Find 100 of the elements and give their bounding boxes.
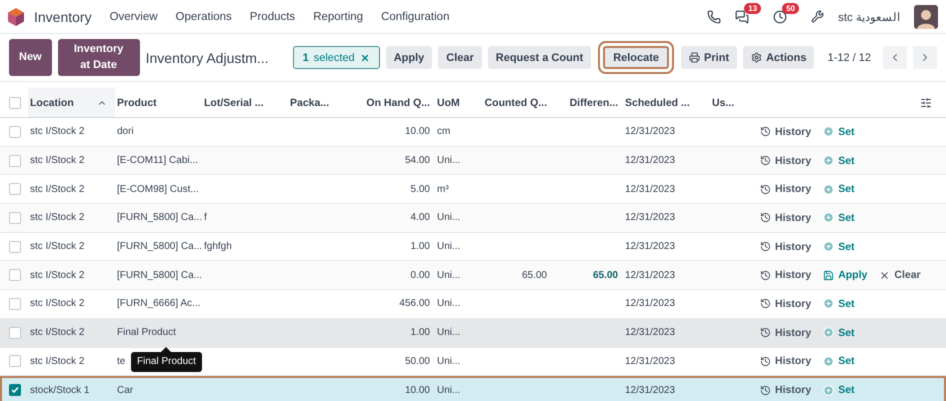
history-link[interactable]: History <box>760 126 812 138</box>
table-row[interactable]: stc I/Stock 2 [FURN_5800] Ca... 0.00 Uni... 65.00 65.00 12/31/2023 History Apply Clear <box>0 261 946 290</box>
history-link[interactable]: History <box>760 269 812 282</box>
selection-chip[interactable]: 1 selected <box>292 46 380 69</box>
set-link[interactable]: Set <box>823 154 855 167</box>
row-checkbox[interactable] <box>9 269 21 282</box>
table-row[interactable]: stc I/Stock 2 [E-COM11] Cabi... 54.00 Uni... 12/31/2023 History Set <box>0 146 946 176</box>
plus-circle-icon <box>823 212 834 224</box>
menu-item[interactable]: Products <box>250 10 296 22</box>
pager-value[interactable]: 1-12 / 12 <box>828 52 871 64</box>
table-cell: Final Product <box>117 327 176 338</box>
column-settings-icon[interactable] <box>920 96 932 108</box>
table-cell: 12/31/2023 <box>625 241 676 252</box>
company-name[interactable]: السعودية stc <box>838 10 900 24</box>
table-cell-text: stc I/Stock 2 <box>29 184 86 195</box>
primary-button[interactable]: Inventory at Date <box>58 39 140 76</box>
table-row[interactable]: stock/Stock 1 Car 10.00 Uni... 12/31/2023 History Set <box>0 376 946 401</box>
row-checkbox[interactable] <box>9 212 21 224</box>
history-link[interactable]: History <box>760 298 812 310</box>
table-cell: fghfgh <box>204 241 232 252</box>
history-link[interactable]: History <box>760 183 812 196</box>
primary-button[interactable]: New <box>9 39 52 76</box>
previous-button[interactable] <box>883 46 907 69</box>
action-button[interactable]: Apply <box>386 46 432 69</box>
row-checkbox[interactable] <box>9 326 21 339</box>
table-cell-text: stc I/Stock 2 <box>29 270 86 281</box>
table-cell: 50.00 <box>404 356 430 367</box>
table-cell: 4.00 <box>410 212 430 224</box>
set-link[interactable]: Set <box>823 384 855 396</box>
history-link[interactable]: History <box>760 326 812 339</box>
set-link[interactable]: Set <box>823 126 855 138</box>
row-checkbox[interactable] <box>9 126 21 138</box>
set-link[interactable]: Set <box>823 212 855 224</box>
table-cell: 12/31/2023 <box>625 384 676 396</box>
action-button[interactable]: Clear <box>438 46 482 69</box>
history-link[interactable]: History <box>760 154 812 167</box>
app-logo-icon[interactable] <box>8 8 24 26</box>
close-icon <box>879 270 890 281</box>
column-header[interactable]: On Hand Q... <box>365 88 435 117</box>
set-link[interactable]: Set <box>823 183 855 196</box>
set-link[interactable]: Set <box>823 326 855 339</box>
row-checkbox[interactable] <box>9 355 21 368</box>
row-checkbox[interactable] <box>9 298 21 310</box>
table-cell-text: stock/Stock 1 <box>29 384 90 396</box>
table-cell: Uni... <box>437 155 460 166</box>
column-header[interactable]: Packa... <box>288 88 365 117</box>
tools-icon[interactable] <box>811 10 824 23</box>
table-cell: dori <box>117 126 134 138</box>
page-title: Inventory Adjustm... <box>146 50 269 66</box>
chat-icon[interactable] <box>735 10 750 24</box>
table-cell: [E-COM11] Cabi... <box>117 155 198 166</box>
clear-link[interactable]: Clear <box>879 269 921 282</box>
menu-item[interactable]: Overview <box>110 10 158 22</box>
history-icon <box>760 126 771 138</box>
avatar-icon[interactable] <box>914 4 938 28</box>
apply-link[interactable]: Apply <box>823 269 868 282</box>
clock-icon[interactable] <box>773 10 788 24</box>
history-link[interactable]: History <box>760 384 812 396</box>
plus-circle-icon <box>823 327 834 338</box>
row-checkbox[interactable] <box>9 183 21 196</box>
action-button[interactable]: Print <box>681 46 738 69</box>
history-link[interactable]: History <box>760 212 812 224</box>
column-header[interactable]: Counted Q... <box>482 88 552 117</box>
row-checkbox[interactable] <box>9 154 21 167</box>
history-icon <box>760 241 771 252</box>
menu-item[interactable]: Reporting <box>313 10 364 22</box>
set-link[interactable]: Set <box>823 355 855 368</box>
close-icon[interactable] <box>360 52 370 62</box>
history-icon <box>760 270 771 281</box>
column-header[interactable]: Location <box>28 88 115 117</box>
menu-item[interactable]: Configuration <box>381 10 450 22</box>
action-button[interactable]: Actions <box>743 46 814 69</box>
tooltip: Final Product <box>131 347 202 372</box>
printer-icon <box>689 52 700 63</box>
table-cell-text: stc I/Stock 2 <box>29 126 86 138</box>
row-checkbox[interactable] <box>9 240 21 253</box>
table-cell-text: stc I/Stock 2 <box>29 241 86 252</box>
table-cell: 10.00 <box>404 126 430 138</box>
set-link[interactable]: Set <box>823 240 855 253</box>
column-header[interactable]: UoM <box>435 88 482 117</box>
phone-icon[interactable] <box>707 10 722 24</box>
action-button[interactable]: Request a Count <box>488 46 592 69</box>
table-row[interactable]: stc I/Stock 2 [FURN_5800] Ca... f 4.00 Uni... 12/31/2023 History Set <box>0 204 946 233</box>
table-cell-text: stc I/Stock 2 <box>29 327 86 338</box>
set-link[interactable]: Set <box>823 298 855 310</box>
column-header[interactable]: Scheduled ... <box>623 88 710 117</box>
column-header[interactable]: Us... <box>710 88 760 117</box>
select-all-checkbox[interactable] <box>9 96 21 108</box>
app-name[interactable]: Inventory <box>34 8 92 24</box>
column-header[interactable]: Differen... <box>552 88 623 117</box>
menu-item[interactable]: Operations <box>176 10 232 22</box>
history-link[interactable]: History <box>760 240 812 253</box>
row-checkbox[interactable] <box>9 384 21 396</box>
history-icon <box>760 155 771 166</box>
history-icon <box>760 212 771 224</box>
column-header[interactable]: Product <box>115 88 202 117</box>
history-link[interactable]: History <box>760 355 812 368</box>
column-header[interactable]: Lot/Serial ... <box>202 88 288 117</box>
next-button[interactable] <box>913 46 937 69</box>
table-cell: 5.00 <box>410 184 430 195</box>
